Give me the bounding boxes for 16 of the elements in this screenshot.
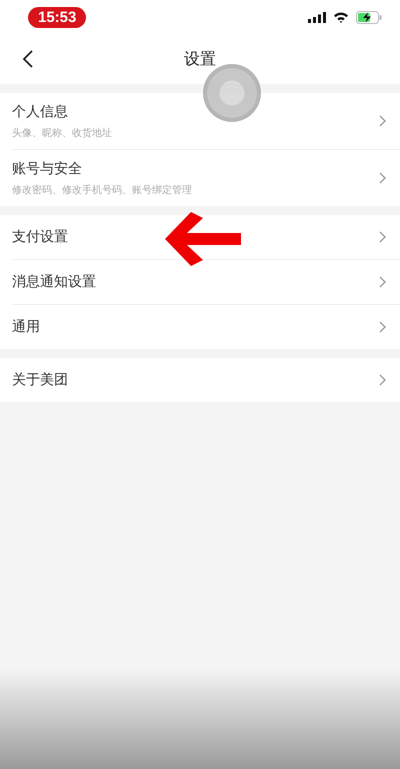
back-icon[interactable] [22,49,34,69]
pointer-arrow-icon [165,212,241,266]
settings-item[interactable]: 个人信息 头像、昵称、收货地址 [12,93,400,150]
settings-item[interactable]: 通用 [12,305,400,349]
battery-charging-icon [356,10,382,24]
page-title: 设置 [184,48,216,70]
chevron-right-icon [379,321,386,333]
wifi-icon [333,11,349,23]
chevron-right-icon [379,276,386,288]
chevron-right-icon [379,231,386,243]
chevron-right-icon [379,374,386,386]
chevron-right-icon [379,115,386,127]
status-time: 15:53 [28,6,86,28]
settings-item[interactable]: 账号与安全 修改密码、修改手机号码、账号绑定管理 [12,150,400,206]
signal-icon [308,12,326,22]
chevron-right-icon [379,172,386,184]
